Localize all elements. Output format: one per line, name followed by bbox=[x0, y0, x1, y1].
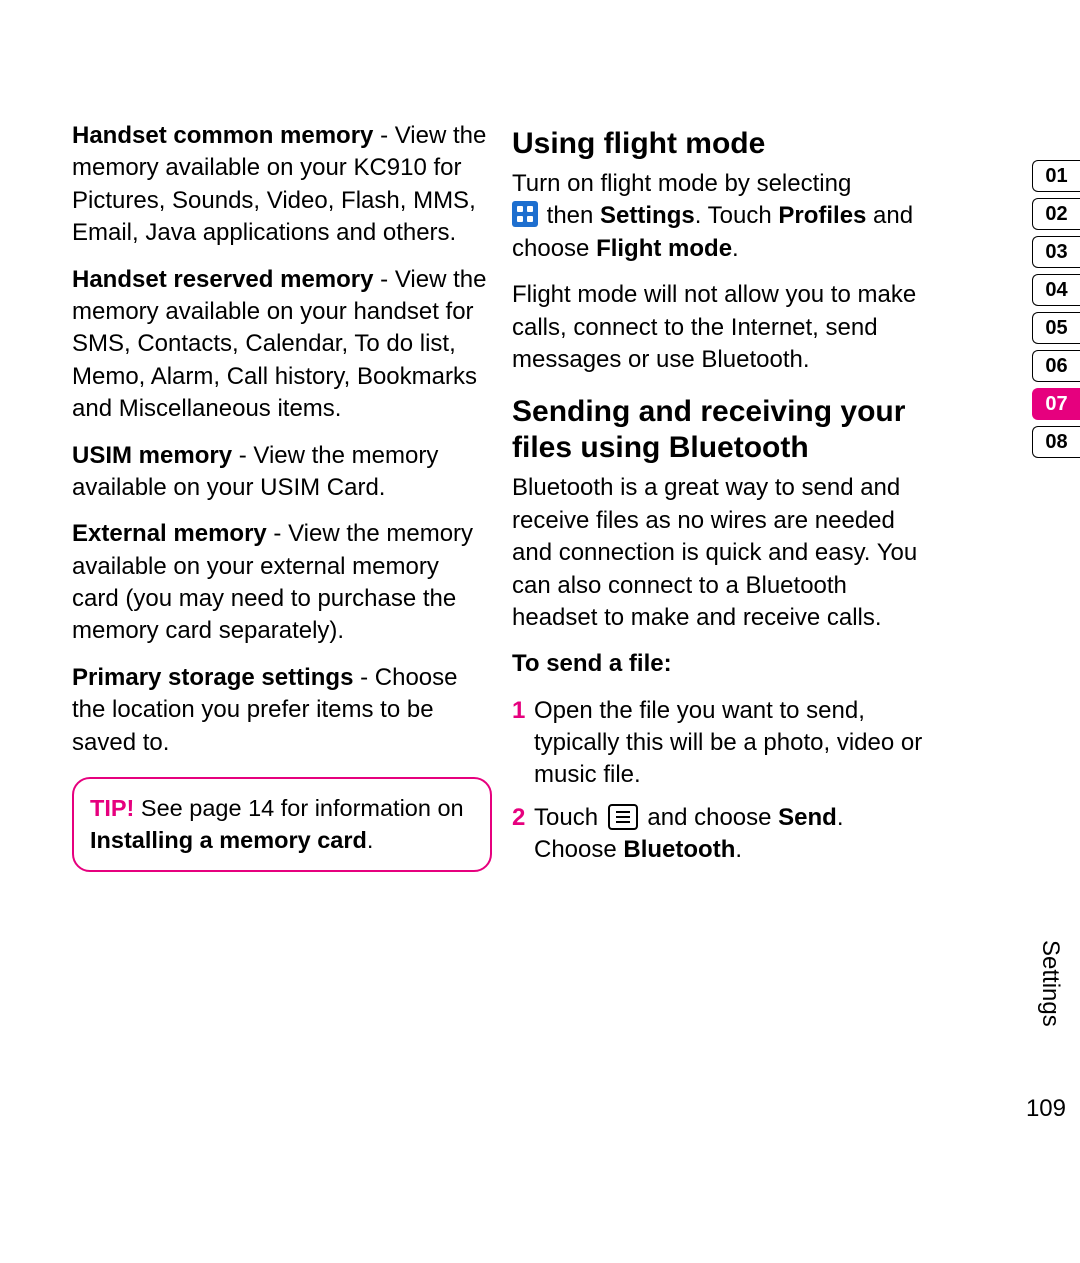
step-number: 1 bbox=[512, 695, 534, 792]
text: then bbox=[540, 202, 600, 229]
send-label: Send bbox=[778, 804, 837, 831]
bluetooth-label: Bluetooth bbox=[623, 836, 735, 863]
text: and choose bbox=[641, 804, 778, 831]
section-tab-08[interactable]: 08 bbox=[1032, 426, 1080, 458]
tip-label: TIP! bbox=[90, 795, 134, 821]
paragraph-primary-storage: Primary storage settings - Choose the lo… bbox=[72, 662, 492, 759]
tip-box: TIP! See page 14 for information on Inst… bbox=[72, 777, 492, 872]
text: Turn on flight mode by selecting bbox=[512, 170, 851, 197]
step-number: 2 bbox=[512, 802, 534, 867]
step-1: 1 Open the file you want to send, typica… bbox=[512, 695, 932, 792]
step-2: 2 Touch and choose Send. Choose Bluetoot… bbox=[512, 802, 932, 867]
section-tabs: 01 02 03 04 05 06 07 08 bbox=[1032, 160, 1080, 458]
section-tab-04[interactable]: 04 bbox=[1032, 274, 1080, 306]
settings-label: Settings bbox=[600, 202, 695, 229]
paragraph-usim-memory: USIM memory - View the memory available … bbox=[72, 440, 492, 505]
section-tab-07[interactable]: 07 bbox=[1032, 388, 1080, 420]
tip-text: See page 14 for information on bbox=[134, 795, 463, 821]
section-tab-02[interactable]: 02 bbox=[1032, 198, 1080, 230]
section-tab-03[interactable]: 03 bbox=[1032, 236, 1080, 268]
section-side-label: Settings bbox=[1036, 940, 1064, 1027]
heading-flight-mode: Using flight mode bbox=[512, 126, 932, 162]
term: Handset common memory bbox=[72, 122, 373, 149]
bluetooth-intro: Bluetooth is a great way to send and rec… bbox=[512, 472, 932, 634]
text: Touch bbox=[534, 804, 605, 831]
text: . bbox=[735, 836, 742, 863]
section-tab-06[interactable]: 06 bbox=[1032, 350, 1080, 382]
section-tab-05[interactable]: 05 bbox=[1032, 312, 1080, 344]
paragraph-handset-common: Handset common memory - View the memory … bbox=[72, 120, 492, 250]
term: External memory bbox=[72, 520, 267, 547]
left-column: Handset common memory - View the memory … bbox=[72, 120, 492, 877]
apps-grid-icon bbox=[512, 201, 538, 227]
profiles-label: Profiles bbox=[778, 202, 866, 229]
heading-bluetooth: Sending and receiving your files using B… bbox=[512, 394, 932, 466]
flight-mode-note: Flight mode will not allow you to make c… bbox=[512, 279, 932, 376]
page-number: 109 bbox=[1026, 1095, 1066, 1123]
term: Primary storage settings bbox=[72, 664, 353, 691]
manual-page: Handset common memory - View the memory … bbox=[0, 0, 1080, 877]
tip-end: . bbox=[367, 827, 374, 853]
right-column: Using flight mode Turn on flight mode by… bbox=[512, 120, 932, 877]
section-tab-01[interactable]: 01 bbox=[1032, 160, 1080, 192]
paragraph-external-memory: External memory - View the memory availa… bbox=[72, 518, 492, 648]
step-text: Touch and choose Send. Choose Bluetooth. bbox=[534, 802, 932, 867]
term: Handset reserved memory bbox=[72, 266, 373, 293]
text: . Touch bbox=[695, 202, 779, 229]
term: USIM memory bbox=[72, 442, 232, 469]
flight-mode-instructions: Turn on flight mode by selecting then Se… bbox=[512, 168, 932, 265]
tip-bold: Installing a memory card bbox=[90, 827, 367, 853]
to-send-heading: To send a file: bbox=[512, 648, 932, 680]
text: . bbox=[732, 235, 739, 262]
paragraph-handset-reserved: Handset reserved memory - View the memor… bbox=[72, 264, 492, 426]
menu-icon bbox=[608, 804, 638, 830]
flight-mode-label: Flight mode bbox=[596, 235, 732, 262]
step-text: Open the file you want to send, typicall… bbox=[534, 695, 932, 792]
